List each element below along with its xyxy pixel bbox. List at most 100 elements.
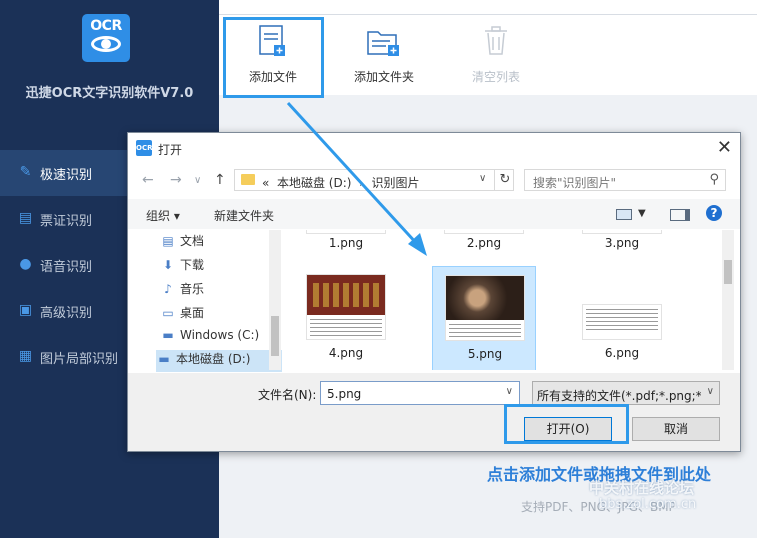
app-name: 迅捷OCR文字识别软件V7.0 [25, 86, 194, 101]
view-options-icon[interactable] [616, 209, 632, 220]
file-thumbnail [444, 230, 524, 234]
file-name: 3.png [604, 236, 640, 250]
desktop-icon: ▭ [162, 306, 174, 320]
breadcrumb-folder[interactable]: 识别图片 [372, 176, 420, 190]
ticket-icon: ▤ [18, 210, 33, 226]
add-folder-button[interactable]: 添加文件夹 [339, 20, 429, 90]
app-logo: OCR [82, 14, 130, 62]
sidebar-item-label: 极速识别 [40, 168, 93, 183]
filename-value: 5.png [327, 387, 362, 401]
file-name: 1.png [328, 236, 364, 250]
tree-item-label: 音乐 [180, 282, 205, 296]
file-item[interactable]: 6.png [570, 266, 674, 370]
download-icon: ⬇ [162, 258, 174, 272]
dialog-titlebar: OCR 打开 ✕ [128, 133, 740, 163]
toolbar-divider [219, 14, 757, 15]
file-name: 2.png [466, 236, 502, 250]
search-placeholder: 搜索"识别图片" [533, 176, 617, 190]
forward-icon[interactable]: → [170, 172, 182, 188]
address-bar[interactable]: « 本地磁盘 (D:) › 识别图片 ∨ [234, 169, 514, 191]
add-folder-icon [367, 31, 399, 56]
tree-item-drive-d[interactable]: ▬ 本地磁盘 (D:) [156, 350, 282, 372]
navigation-pane: ▤ 文档 ⬇ 下载 ♪ 音乐 ▭ 桌面 ▬ Windows (C:) ▬ 本地磁盘 (D:) [128, 230, 284, 372]
tree-item-desktop[interactable]: ▭ 桌面 [160, 304, 204, 326]
file-thumbnail [306, 274, 386, 340]
breadcrumb-overflow[interactable]: « [262, 176, 269, 190]
add-file-highlight [223, 17, 324, 98]
tree-item-documents[interactable]: ▤ 文档 [160, 232, 204, 254]
thumbnail-text [310, 319, 382, 337]
file-list: 1.png 2.png 3.png 4.png 5.png 6.png [286, 230, 722, 370]
file-name: 4.png [328, 346, 364, 360]
add-folder-label: 添加文件夹 [353, 70, 414, 84]
chevron-down-icon[interactable]: ▼ [638, 208, 646, 219]
filename-input[interactable]: 5.png ∨ [320, 381, 520, 405]
music-icon: ♪ [164, 282, 172, 296]
chevron-down-icon: ∨ [706, 386, 714, 397]
tree-item-label: 文档 [180, 234, 205, 248]
up-icon[interactable]: ↑ [214, 172, 226, 188]
filename-label: 文件名(N): [258, 388, 317, 402]
navigation-bar: ← → ∨ ↑ « 本地磁盘 (D:) › 识别图片 ∨ ↻ 搜索"识别图片" … [128, 166, 740, 196]
tree-item-drive-c[interactable]: ▬ Windows (C:) [160, 328, 259, 350]
drive-icon: ▬ [162, 328, 174, 342]
document-icon: ▤ [162, 234, 174, 248]
search-input[interactable]: 搜索"识别图片" ⚲ [524, 169, 726, 191]
clear-list-label: 清空列表 [471, 70, 520, 84]
help-icon[interactable]: ? [706, 205, 722, 221]
file-thumbnail [445, 275, 525, 341]
back-icon[interactable]: ← [142, 172, 154, 188]
sidebar-item-label: 图片局部识别 [40, 352, 119, 367]
file-type-value: 所有支持的文件(*.pdf;*.png;*.j [537, 389, 701, 403]
watermark: 中关村在线论坛 [589, 479, 695, 497]
search-icon: ⚲ [709, 172, 719, 187]
new-folder-button[interactable]: 新建文件夹 [214, 207, 274, 224]
file-item[interactable]: 4.png [294, 266, 398, 370]
chevron-down-icon[interactable]: ∨ [194, 175, 201, 186]
refresh-icon[interactable]: ↻ [494, 169, 515, 191]
tree-item-music[interactable]: ♪ 音乐 [160, 280, 204, 302]
thumbnail-text [449, 324, 521, 339]
tree-item-label: 桌面 [180, 306, 205, 320]
navigation-scrollbar[interactable] [269, 230, 281, 370]
thumbnail-text [586, 309, 658, 333]
eye-pupil [101, 39, 111, 49]
dialog-footer: 文件名(N): 5.png ∨ 所有支持的文件(*.pdf;*.png;*.j … [128, 373, 740, 451]
open-button-highlight [504, 404, 629, 444]
command-bar: 组织 ▾ 新建文件夹 ▼ ? [128, 199, 740, 229]
organize-menu[interactable]: 组织 ▾ [146, 207, 180, 224]
quick-ocr-icon: ✎ [19, 164, 32, 180]
file-type-select[interactable]: 所有支持的文件(*.pdf;*.png;*.j ∨ [532, 381, 720, 405]
logo-text: OCR [90, 18, 122, 34]
file-name: 6.png [604, 346, 640, 360]
preview-pane-icon[interactable] [670, 209, 690, 221]
thumbnail-image [446, 276, 524, 320]
scrollbar-thumb[interactable] [271, 316, 279, 356]
tree-item-label: 本地磁盘 (D:) [176, 352, 251, 366]
trash-icon [485, 26, 507, 55]
crop-icon: ▦ [18, 348, 33, 364]
breadcrumb-drive[interactable]: 本地磁盘 (D:) [277, 176, 351, 190]
watermark-url: bbs.zol.com.cn [599, 497, 697, 512]
sidebar-item-label: 高级识别 [40, 306, 93, 321]
clear-list-button[interactable]: 清空列表 [451, 20, 541, 90]
file-list-scrollbar[interactable] [722, 230, 734, 370]
open-file-dialog: OCR 打开 ✕ ← → ∨ ↑ « 本地磁盘 (D:) › 识别图片 ∨ ↻ … [127, 132, 741, 452]
file-item-selected[interactable]: 5.png [432, 266, 536, 370]
sidebar-item-label: 语音识别 [40, 260, 93, 275]
microphone-icon: ● [19, 256, 32, 272]
advanced-scan-icon: ▣ [18, 302, 33, 318]
chevron-down-icon[interactable]: ∨ [479, 173, 486, 184]
close-icon[interactable]: ✕ [717, 137, 732, 158]
scrollbar-thumb[interactable] [724, 260, 732, 284]
tree-item-downloads[interactable]: ⬇ 下载 [160, 256, 204, 278]
chevron-down-icon[interactable]: ∨ [506, 386, 513, 397]
dialog-title: 打开 [158, 143, 183, 157]
file-thumbnail [582, 304, 662, 340]
tree-item-label: Windows (C:) [180, 328, 260, 342]
folder-icon [241, 174, 255, 185]
sidebar-item-label: 票证识别 [40, 214, 93, 229]
app-icon: OCR [136, 140, 152, 156]
thumbnail-pattern [313, 283, 379, 307]
cancel-button[interactable]: 取消 [632, 417, 720, 441]
